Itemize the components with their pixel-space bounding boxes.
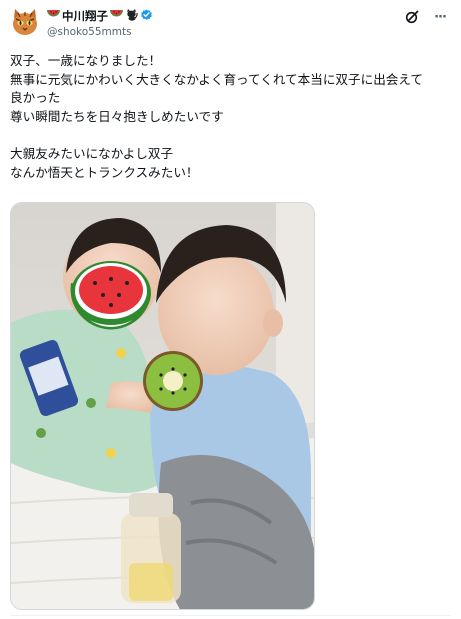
- avatar[interactable]: [10, 7, 40, 37]
- author-name-row[interactable]: 中川翔子: [47, 8, 153, 24]
- tweet-line: なんか悟天とトランクスみたい！: [10, 164, 199, 180]
- more-label: ···: [434, 9, 447, 25]
- tweet-line: 無事に元気にかわいく大きくなかよく育ってくれて本当に双子に出会えて: [10, 71, 423, 87]
- tweet-text: 双子、一歳になりました！ 無事に元気にかわいく大きくなかよく育ってくれて本当に双…: [10, 52, 450, 182]
- tweet-line: 尊い瞬間たちを日々抱きしめたいです: [10, 108, 224, 124]
- tweet-line: 双子、一歳になりました！: [10, 53, 162, 68]
- tweet-line: 大親友みたいになかよし双子: [10, 145, 174, 161]
- watermelon-emoji-icon: [110, 9, 123, 23]
- more-horizontal-icon[interactable]: ···: [431, 8, 449, 26]
- photo-image: [11, 203, 314, 609]
- tweet-line: 良かった: [10, 90, 61, 106]
- divider: [10, 615, 451, 616]
- watermelon-emoji-icon: [47, 9, 60, 23]
- tweet-header: 中川翔子 @shoko55mmts ···: [10, 6, 451, 40]
- grok-icon[interactable]: [403, 8, 421, 26]
- tweet-top-actions: ···: [403, 8, 449, 26]
- author-display-name[interactable]: 中川翔子: [62, 8, 108, 24]
- black-cat-emoji-icon: [125, 8, 138, 24]
- verified-badge-icon: [140, 8, 153, 24]
- kiwi-sticker: [143, 351, 203, 411]
- tweet-photo[interactable]: [10, 202, 315, 610]
- author-handle[interactable]: @shoko55mmts: [47, 26, 132, 38]
